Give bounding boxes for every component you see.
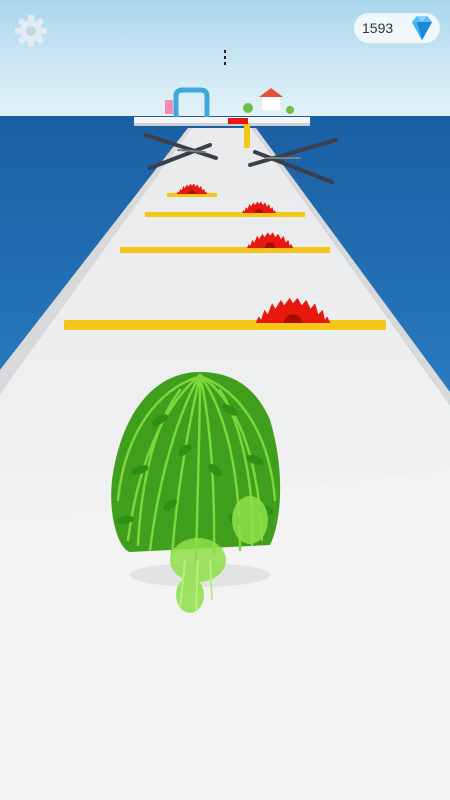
settings-button[interactable] [12, 12, 50, 50]
game-scene [0, 0, 450, 800]
diamond-icon [412, 16, 432, 40]
gem-counter: 1593 [354, 13, 440, 43]
gear-icon [15, 15, 47, 47]
yellow-post [244, 124, 250, 148]
gem-count: 1593 [362, 20, 394, 36]
progress-indicator [224, 50, 226, 65]
